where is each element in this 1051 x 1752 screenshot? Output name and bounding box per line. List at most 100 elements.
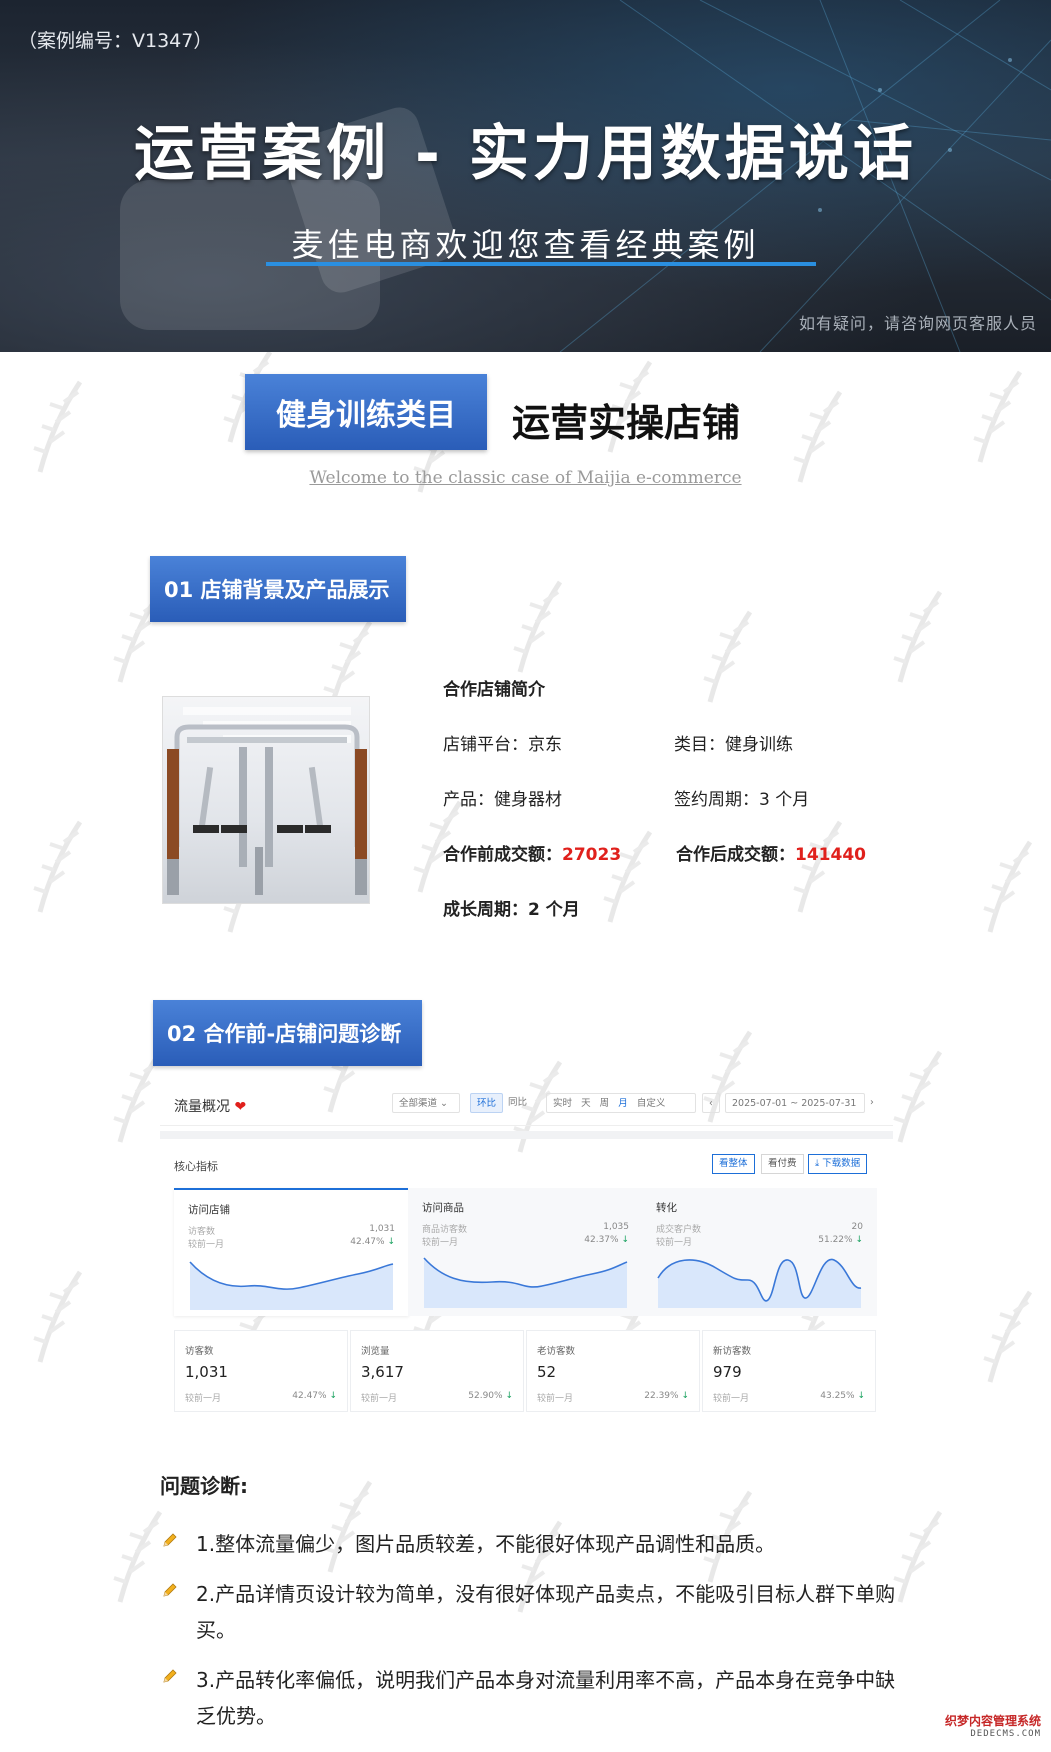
diagnosis-heading: 问题诊断: bbox=[160, 1474, 248, 1498]
growth-period: 成长周期：2 个月 bbox=[443, 900, 580, 920]
metric-panel-store-visits[interactable]: 访问店铺 访客数 较前一月 1,031 42.47% ↓ bbox=[174, 1188, 409, 1316]
sales-after-label: 合作后成交额： bbox=[676, 845, 795, 865]
sales-before-label: 合作前成交额： bbox=[443, 845, 562, 865]
date-range-field[interactable]: 2025-07-01 ~ 2025-07-31 bbox=[725, 1093, 865, 1113]
kpi-label: 新访客数 bbox=[713, 1346, 752, 1357]
chevron-right-icon: › bbox=[870, 1097, 874, 1108]
category-badge: 健身训练类目 bbox=[245, 374, 487, 450]
heart-icon: ❤ bbox=[234, 1099, 247, 1115]
metric-panel-label: 成交客户数 bbox=[656, 1225, 702, 1235]
kpi-card-returning-visitors[interactable]: 老访客数 52 较前一月 22.39% ↓ bbox=[526, 1330, 700, 1412]
sales-after: 合作后成交额：141440 bbox=[676, 840, 866, 865]
pencil-icon bbox=[163, 1533, 177, 1547]
kpi-change: 43.25% ↓ bbox=[820, 1391, 865, 1401]
metric-panel-change: 51.22% ↓ bbox=[818, 1235, 863, 1245]
compare-mom-toggle[interactable]: 环比 bbox=[470, 1093, 504, 1113]
watermark-marks bbox=[34, 352, 1030, 1612]
arrow-down-icon: ↓ bbox=[329, 1391, 337, 1401]
sales-before: 合作前成交额：27023 bbox=[443, 840, 621, 865]
kpi-compare: 较前一月 bbox=[185, 1394, 222, 1404]
store-intro-title: 合作店铺简介 bbox=[443, 680, 545, 700]
metric-panel-conversion[interactable]: 转化 成交客户数 较前一月 20 51.22% ↓ bbox=[642, 1188, 877, 1316]
period-custom[interactable]: 自定义 bbox=[637, 1098, 666, 1109]
diagnosis-item-2: 2.产品详情页设计较为简单，没有很好体现产品卖点，不能吸引目标人群下单购买。 bbox=[196, 1582, 896, 1642]
chevron-down-icon: ⌄ bbox=[440, 1098, 449, 1109]
metric-panel-title: 访问店铺 bbox=[188, 1204, 230, 1216]
arrow-down-icon: ↓ bbox=[387, 1237, 395, 1247]
kpi-pct: 52.90% bbox=[468, 1391, 503, 1401]
footer-logo-text: 织梦内容管理系统 bbox=[944, 1714, 1041, 1728]
kpi-value: 979 bbox=[713, 1363, 742, 1381]
sparkline-store-visits bbox=[189, 1261, 394, 1310]
metric-panel-product-visits[interactable]: 访问商品 商品访客数 较前一月 1,035 42.37% ↓ bbox=[408, 1188, 643, 1316]
next-date-button[interactable]: › bbox=[870, 1093, 874, 1113]
sales-before-value: 27023 bbox=[562, 845, 622, 865]
diagnosis-item-1: 1.整体流量偏少，图片品质较差，不能很好体现产品调性和品质。 bbox=[196, 1532, 776, 1556]
store-category: 类目：健身训练 bbox=[674, 735, 793, 755]
sparkline-product-visits bbox=[423, 1257, 628, 1308]
kpi-pct: 22.39% bbox=[644, 1391, 679, 1401]
metric-panel-pct: 42.47% bbox=[350, 1237, 385, 1247]
kpi-compare: 较前一月 bbox=[713, 1394, 750, 1404]
compare-yoy-toggle[interactable]: 同比 bbox=[508, 1093, 527, 1113]
prev-date-button[interactable]: ‹ bbox=[702, 1093, 720, 1113]
channel-select-value: 全部渠道 bbox=[399, 1098, 438, 1109]
kpi-pct: 43.25% bbox=[820, 1391, 855, 1401]
channel-select[interactable]: 全部渠道 ⌄ bbox=[392, 1093, 460, 1113]
metric-panel-compare: 较前一月 bbox=[656, 1238, 693, 1248]
banner-contact-note: 如有疑问，请咨询网页客服人员 bbox=[798, 314, 1037, 333]
core-metrics-title: 核心指标 bbox=[174, 1160, 218, 1173]
metric-panel-change: 42.37% ↓ bbox=[584, 1235, 629, 1245]
metric-panel-compare: 较前一月 bbox=[422, 1238, 459, 1248]
metric-panel-change: 42.47% ↓ bbox=[350, 1237, 395, 1247]
kpi-card-new-visitors[interactable]: 新访客数 979 较前一月 43.25% ↓ bbox=[702, 1330, 876, 1412]
period-realtime[interactable]: 实时 bbox=[553, 1098, 572, 1109]
metric-panel-value: 1,035 bbox=[603, 1222, 629, 1232]
period-day[interactable]: 天 bbox=[581, 1098, 591, 1109]
footer-logo: 织梦内容管理系统 DEDECMS.COM bbox=[945, 1712, 1041, 1739]
footer-logo-domain: DEDECMS.COM bbox=[970, 1729, 1041, 1739]
metric-panel-value: 20 bbox=[851, 1222, 863, 1232]
dashboard-title-text: 流量概况 bbox=[174, 1099, 230, 1115]
store-platform: 店铺平台：京东 bbox=[443, 735, 562, 755]
banner-subtitle: 麦佳电商欢迎您查看经典案例 bbox=[291, 226, 760, 264]
kpi-pct: 42.47% bbox=[292, 1391, 327, 1401]
air-walker-illustration bbox=[167, 707, 367, 895]
pencil-icon bbox=[163, 1583, 177, 1597]
metric-panel-compare: 较前一月 bbox=[188, 1240, 225, 1250]
kpi-change: 42.47% ↓ bbox=[292, 1391, 337, 1401]
kpi-change: 22.39% ↓ bbox=[644, 1391, 689, 1401]
banner-underline bbox=[266, 262, 816, 266]
kpi-card-pageviews[interactable]: 浏览量 3,617 较前一月 52.90% ↓ bbox=[350, 1330, 524, 1412]
kpi-label: 浏览量 bbox=[361, 1346, 390, 1357]
view-overall-button[interactable]: 看整体 bbox=[712, 1154, 755, 1174]
metric-panel-label: 商品访客数 bbox=[422, 1225, 468, 1235]
metric-panel-title: 访问商品 bbox=[422, 1202, 464, 1214]
welcome-tagline: Welcome to the classic case of Maijia e-… bbox=[309, 468, 742, 488]
view-paid-button[interactable]: 看付费 bbox=[761, 1154, 804, 1174]
diagnosis-item-3: 3.产品转化率偏低，说明我们产品本身对流量利用率不高，产品本身在竞争中缺乏优势。 bbox=[196, 1668, 896, 1728]
pencil-icon bbox=[163, 1669, 177, 1683]
case-number: （案例编号：V1347） bbox=[18, 30, 213, 52]
banner-title: 运营案例 - 实力用数据说话 bbox=[134, 119, 917, 189]
download-data-button[interactable]: ⤓ 下载数据 bbox=[808, 1154, 868, 1174]
kpi-value: 3,617 bbox=[361, 1363, 404, 1381]
metric-panel-title: 转化 bbox=[656, 1202, 677, 1214]
dashboard-toolbar: 流量概况 ❤ 全部渠道 ⌄ 环比 同比 实时 天 周 月 自定义 ‹ 2025-… bbox=[160, 1080, 893, 1126]
period-month[interactable]: 月 bbox=[618, 1098, 628, 1109]
kpi-compare: 较前一月 bbox=[361, 1394, 398, 1404]
category-label: 运营实操店铺 bbox=[512, 401, 741, 445]
period-week[interactable]: 周 bbox=[600, 1098, 610, 1109]
kpi-value: 52 bbox=[537, 1363, 557, 1381]
section-tag-store-background: 01 店铺背景及产品展示 bbox=[150, 556, 406, 622]
dashboard-title: 流量概况 ❤ bbox=[174, 1096, 246, 1116]
metric-panel-pct: 42.37% bbox=[584, 1235, 619, 1245]
arrow-down-icon: ↓ bbox=[621, 1235, 629, 1245]
download-icon: ⤓ bbox=[815, 1158, 820, 1169]
arrow-down-icon: ↓ bbox=[681, 1391, 689, 1401]
period-switcher[interactable]: 实时 天 周 月 自定义 bbox=[546, 1093, 696, 1113]
kpi-card-visitors[interactable]: 访客数 1,031 较前一月 42.47% ↓ bbox=[174, 1330, 348, 1412]
traffic-dashboard-screenshot: 流量概况 ❤ 全部渠道 ⌄ 环比 同比 实时 天 周 月 自定义 ‹ 2025-… bbox=[160, 1080, 893, 1418]
contract-period: 签约周期：3 个月 bbox=[674, 790, 810, 810]
kpi-change: 52.90% ↓ bbox=[468, 1391, 513, 1401]
